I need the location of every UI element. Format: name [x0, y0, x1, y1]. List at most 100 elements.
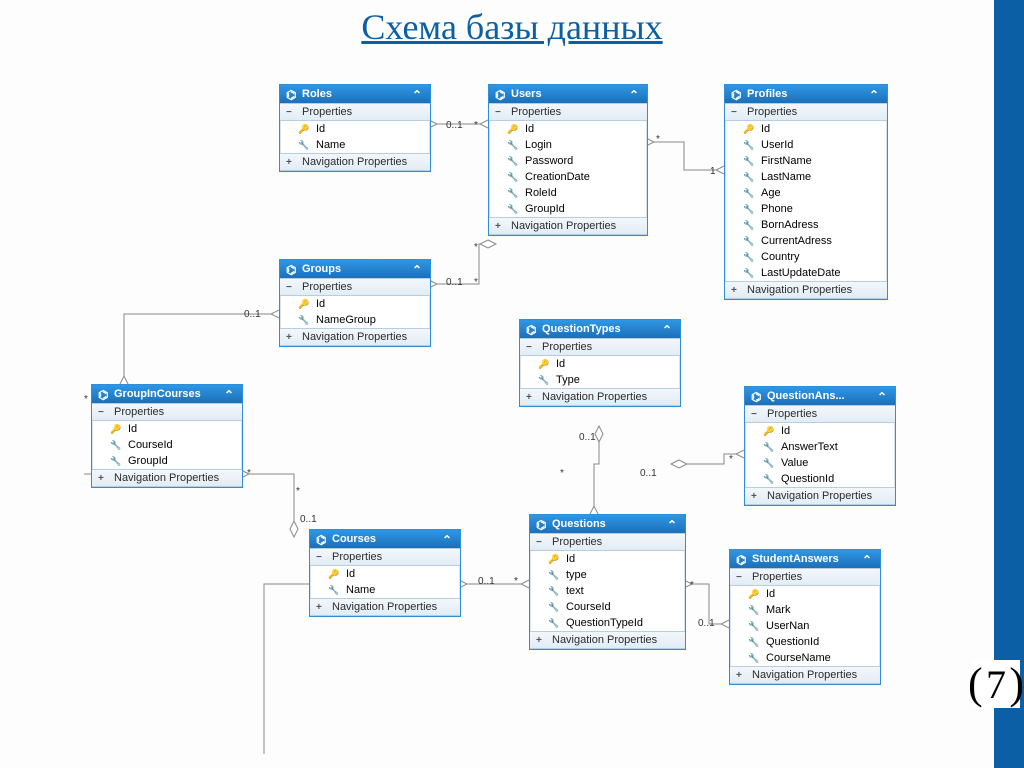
- field-row[interactable]: GroupId: [489, 201, 647, 217]
- field-row[interactable]: Id: [520, 356, 680, 372]
- properties-section[interactable]: Properties: [280, 278, 430, 296]
- minus-icon[interactable]: [495, 106, 507, 118]
- collapse-icon[interactable]: [629, 88, 641, 100]
- field-row[interactable]: Mark: [730, 602, 880, 618]
- minus-icon[interactable]: [731, 106, 743, 118]
- properties-section[interactable]: Properties: [725, 103, 887, 121]
- field-row[interactable]: LastUpdateDate: [725, 265, 887, 281]
- collapse-icon[interactable]: [224, 388, 236, 400]
- field-row[interactable]: BornAdress: [725, 217, 887, 233]
- properties-section[interactable]: Properties: [280, 103, 430, 121]
- field-row[interactable]: Id: [280, 121, 430, 137]
- table-questions[interactable]: QuestionsPropertiesIdtypetextCourseIdQue…: [529, 514, 686, 650]
- properties-section[interactable]: Properties: [530, 533, 685, 551]
- minus-icon[interactable]: [98, 406, 110, 418]
- table-users[interactable]: UsersPropertiesIdLoginPasswordCreationDa…: [488, 84, 648, 236]
- field-row[interactable]: FirstName: [725, 153, 887, 169]
- field-row[interactable]: GroupId: [92, 453, 242, 469]
- collapse-icon[interactable]: [877, 390, 889, 402]
- table-header[interactable]: Courses: [310, 530, 460, 548]
- table-header[interactable]: StudentAnswers: [730, 550, 880, 568]
- field-row[interactable]: text: [530, 583, 685, 599]
- plus-icon[interactable]: [736, 669, 748, 681]
- field-row[interactable]: Login: [489, 137, 647, 153]
- plus-icon[interactable]: [286, 156, 298, 168]
- field-row[interactable]: Country: [725, 249, 887, 265]
- table-profiles[interactable]: ProfilesPropertiesIdUserIdFirstNameLastN…: [724, 84, 888, 300]
- field-row[interactable]: Value: [745, 455, 895, 471]
- field-row[interactable]: type: [530, 567, 685, 583]
- table-questionans[interactable]: QuestionAns...PropertiesIdAnswerTextValu…: [744, 386, 896, 506]
- field-row[interactable]: Name: [310, 582, 460, 598]
- minus-icon[interactable]: [286, 106, 298, 118]
- field-row[interactable]: Id: [730, 586, 880, 602]
- table-header[interactable]: Users: [489, 85, 647, 103]
- table-groupincourses[interactable]: GroupInCoursesPropertiesIdCourseIdGroupI…: [91, 384, 243, 488]
- navigation-section[interactable]: Navigation Properties: [745, 487, 895, 505]
- table-studentanswers[interactable]: StudentAnswersPropertiesIdMarkUserNanQue…: [729, 549, 881, 685]
- field-row[interactable]: Id: [92, 421, 242, 437]
- field-row[interactable]: UserNan: [730, 618, 880, 634]
- field-row[interactable]: Id: [489, 121, 647, 137]
- plus-icon[interactable]: [98, 472, 110, 484]
- field-row[interactable]: NameGroup: [280, 312, 430, 328]
- collapse-icon[interactable]: [412, 263, 424, 275]
- field-row[interactable]: Id: [530, 551, 685, 567]
- collapse-icon[interactable]: [869, 88, 881, 100]
- properties-section[interactable]: Properties: [92, 403, 242, 421]
- properties-section[interactable]: Properties: [730, 568, 880, 586]
- navigation-section[interactable]: Navigation Properties: [280, 153, 430, 171]
- field-row[interactable]: Id: [310, 566, 460, 582]
- field-row[interactable]: CourseId: [530, 599, 685, 615]
- collapse-icon[interactable]: [862, 553, 874, 565]
- field-row[interactable]: Id: [280, 296, 430, 312]
- field-row[interactable]: AnswerText: [745, 439, 895, 455]
- field-row[interactable]: Phone: [725, 201, 887, 217]
- table-header[interactable]: Questions: [530, 515, 685, 533]
- field-row[interactable]: CurrentAdress: [725, 233, 887, 249]
- properties-section[interactable]: Properties: [310, 548, 460, 566]
- field-row[interactable]: CreationDate: [489, 169, 647, 185]
- table-courses[interactable]: CoursesPropertiesIdNameNavigation Proper…: [309, 529, 461, 617]
- navigation-section[interactable]: Navigation Properties: [730, 666, 880, 684]
- minus-icon[interactable]: [736, 571, 748, 583]
- field-row[interactable]: CourseName: [730, 650, 880, 666]
- navigation-section[interactable]: Navigation Properties: [530, 631, 685, 649]
- field-row[interactable]: RoleId: [489, 185, 647, 201]
- plus-icon[interactable]: [495, 220, 507, 232]
- navigation-section[interactable]: Navigation Properties: [310, 598, 460, 616]
- plus-icon[interactable]: [526, 391, 538, 403]
- plus-icon[interactable]: [316, 601, 328, 613]
- minus-icon[interactable]: [316, 551, 328, 563]
- field-row[interactable]: CourseId: [92, 437, 242, 453]
- field-row[interactable]: QuestionTypeId: [530, 615, 685, 631]
- field-row[interactable]: QuestionId: [730, 634, 880, 650]
- navigation-section[interactable]: Navigation Properties: [489, 217, 647, 235]
- field-row[interactable]: QuestionId: [745, 471, 895, 487]
- navigation-section[interactable]: Navigation Properties: [280, 328, 430, 346]
- navigation-section[interactable]: Navigation Properties: [725, 281, 887, 299]
- table-roles[interactable]: RolesPropertiesIdNameNavigation Properti…: [279, 84, 431, 172]
- collapse-icon[interactable]: [667, 518, 679, 530]
- table-questiontypes[interactable]: QuestionTypesPropertiesIdTypeNavigation …: [519, 319, 681, 407]
- minus-icon[interactable]: [526, 341, 538, 353]
- minus-icon[interactable]: [536, 536, 548, 548]
- field-row[interactable]: Id: [725, 121, 887, 137]
- minus-icon[interactable]: [751, 408, 763, 420]
- collapse-icon[interactable]: [662, 323, 674, 335]
- plus-icon[interactable]: [536, 634, 548, 646]
- navigation-section[interactable]: Navigation Properties: [92, 469, 242, 487]
- table-header[interactable]: GroupInCourses: [92, 385, 242, 403]
- properties-section[interactable]: Properties: [489, 103, 647, 121]
- plus-icon[interactable]: [286, 331, 298, 343]
- plus-icon[interactable]: [751, 490, 763, 502]
- collapse-icon[interactable]: [442, 533, 454, 545]
- navigation-section[interactable]: Navigation Properties: [520, 388, 680, 406]
- field-row[interactable]: Id: [745, 423, 895, 439]
- table-header[interactable]: QuestionAns...: [745, 387, 895, 405]
- field-row[interactable]: Name: [280, 137, 430, 153]
- table-header[interactable]: QuestionTypes: [520, 320, 680, 338]
- field-row[interactable]: LastName: [725, 169, 887, 185]
- field-row[interactable]: Password: [489, 153, 647, 169]
- properties-section[interactable]: Properties: [745, 405, 895, 423]
